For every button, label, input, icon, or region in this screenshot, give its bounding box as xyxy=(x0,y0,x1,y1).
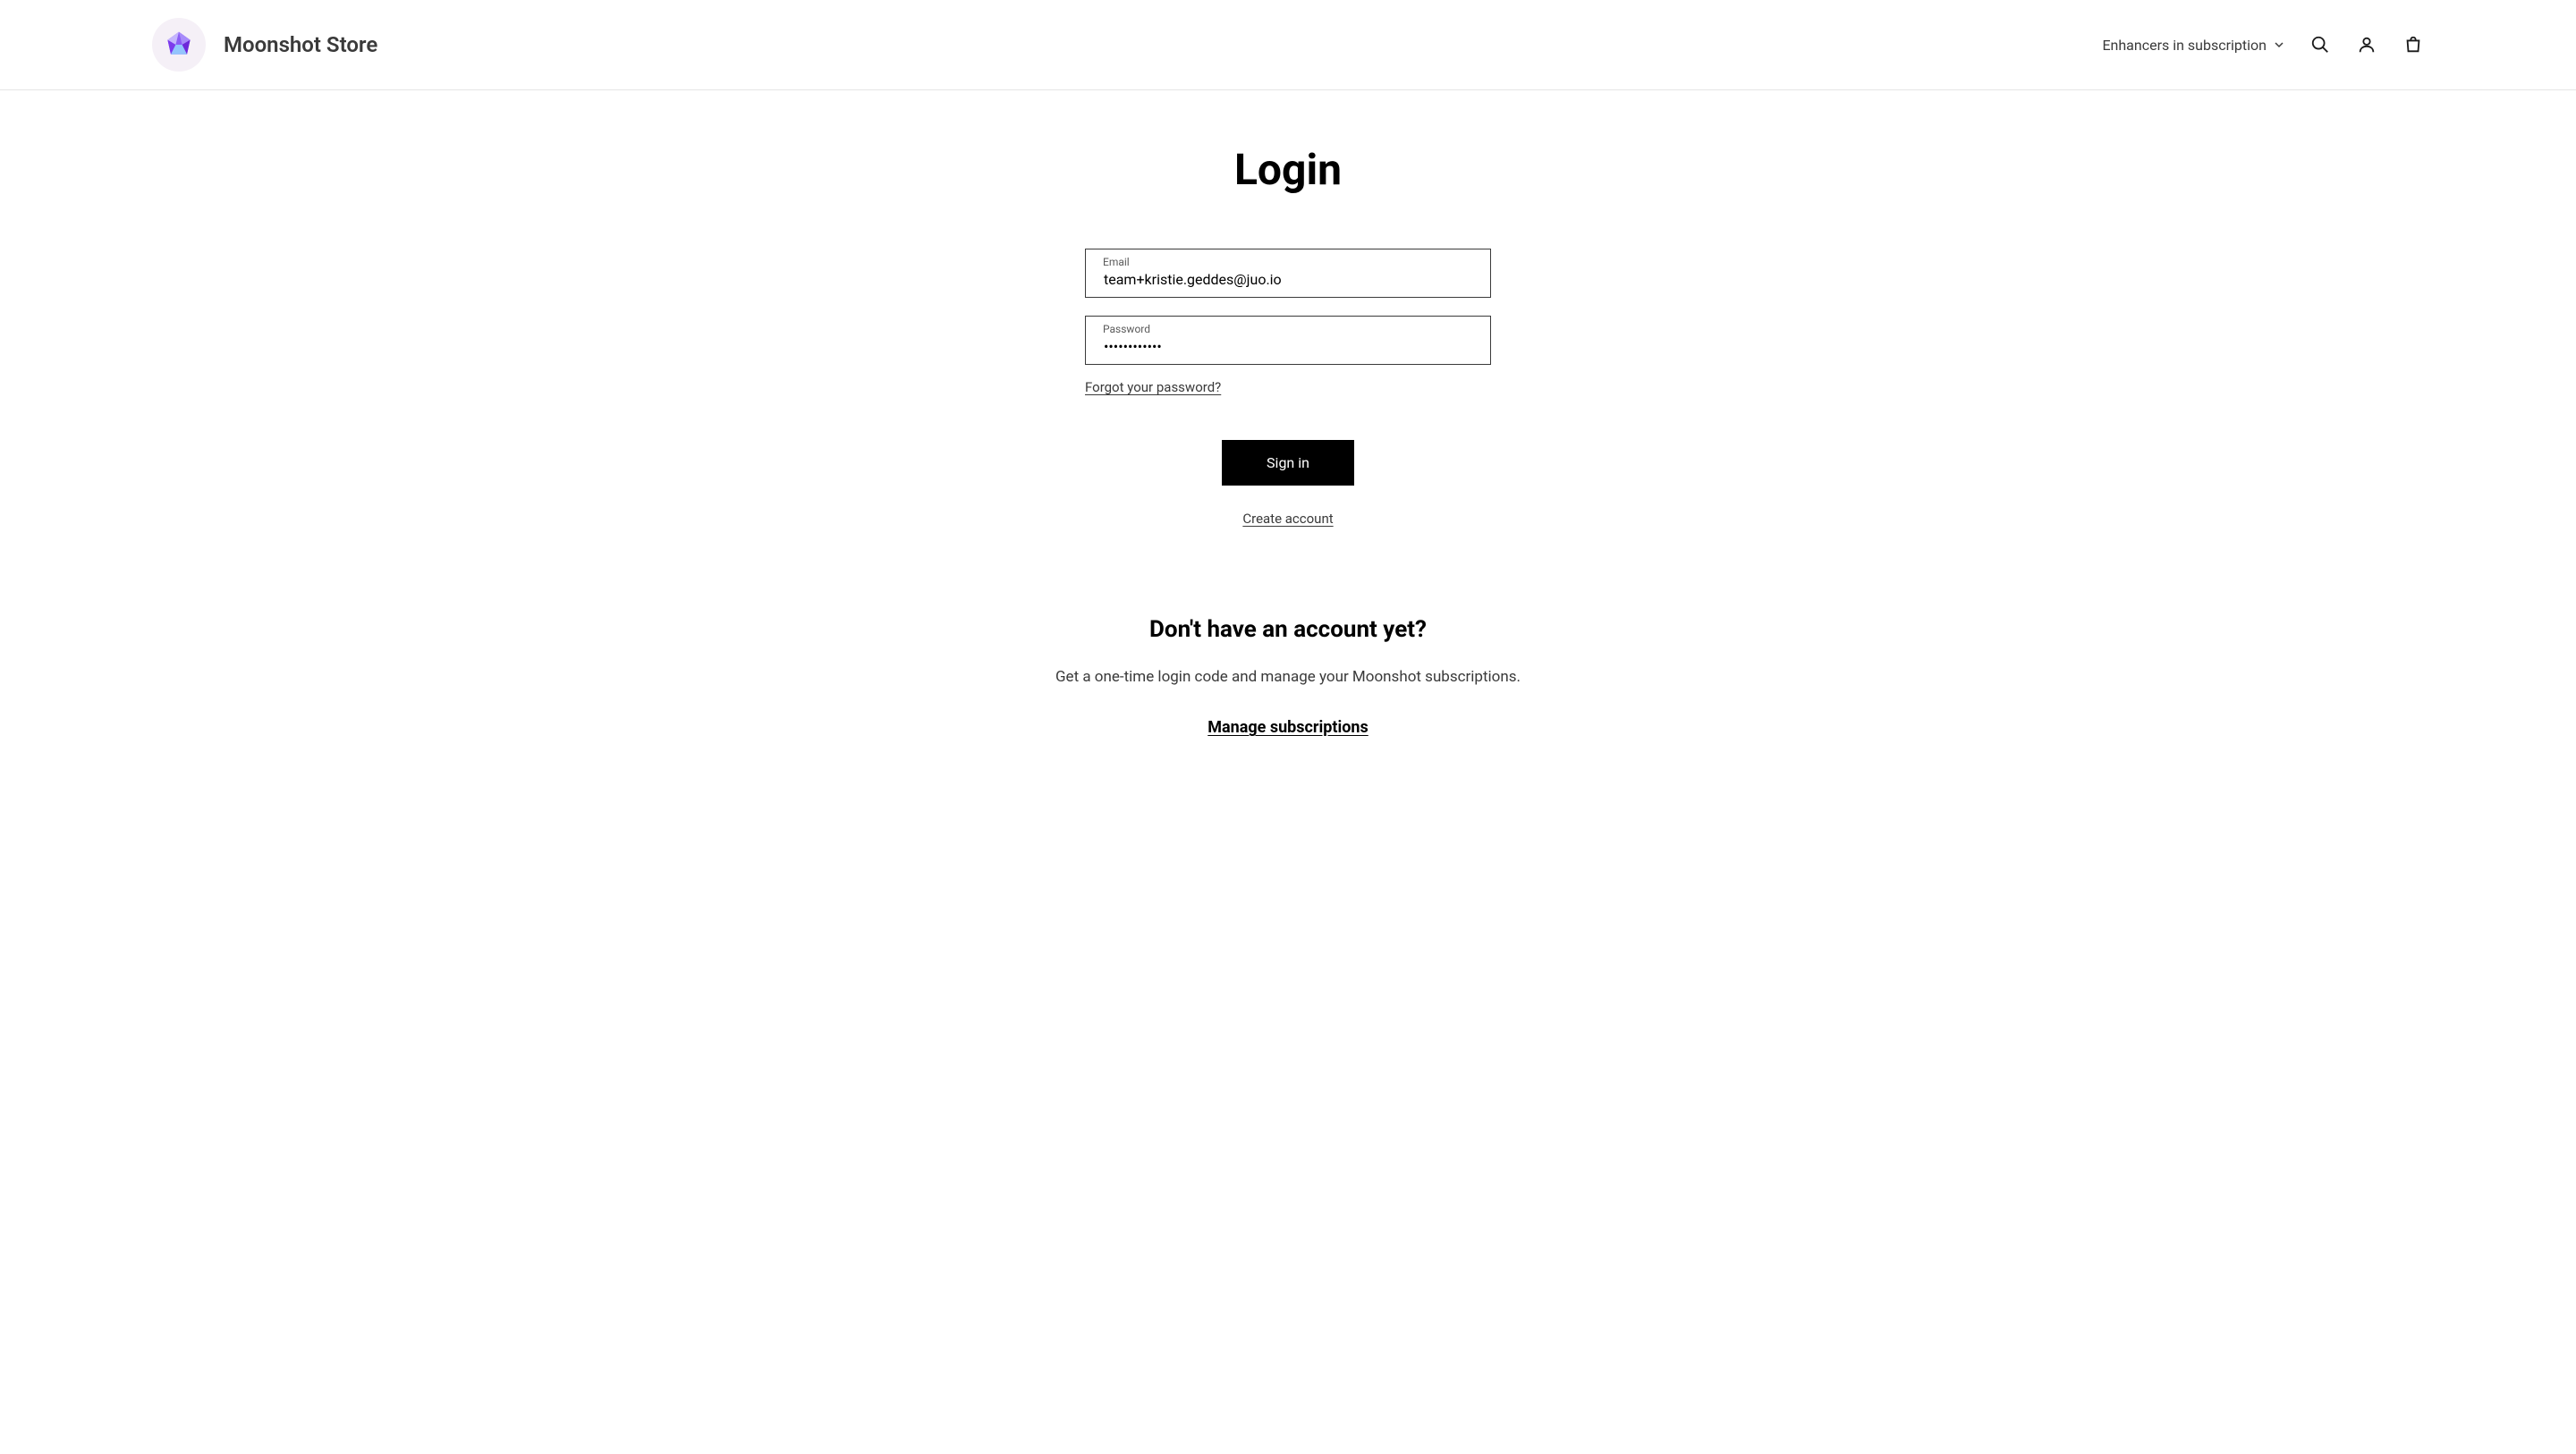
header-left: Moonshot Store xyxy=(152,18,377,72)
forgot-password-link[interactable]: Forgot your password? xyxy=(1085,379,1491,395)
search-icon xyxy=(2310,35,2330,55)
account-button[interactable] xyxy=(2356,34,2377,55)
site-header: Moonshot Store Enhancers in subscription xyxy=(0,0,2576,90)
main-content: Login Email Password Forgot your passwor… xyxy=(886,90,1690,790)
user-icon xyxy=(2357,35,2377,55)
login-form: Email Password Forgot your password? Sig… xyxy=(1085,249,1491,527)
password-field-wrapper: Password xyxy=(1085,316,1491,365)
store-logo[interactable] xyxy=(152,18,206,72)
email-label: Email xyxy=(1103,256,1130,268)
gem-icon xyxy=(163,29,195,61)
nav-enhancers-dropdown[interactable]: Enhancers in subscription xyxy=(2102,37,2284,54)
secondary-heading: Don't have an account yet? xyxy=(903,616,1673,643)
manage-subscriptions-link[interactable]: Manage subscriptions xyxy=(1208,718,1368,737)
store-name[interactable]: Moonshot Store xyxy=(224,32,377,57)
signin-button[interactable]: Sign in xyxy=(1222,440,1354,486)
cart-button[interactable] xyxy=(2402,34,2424,55)
secondary-text: Get a one-time login code and manage you… xyxy=(903,668,1673,686)
search-button[interactable] xyxy=(2309,34,2331,55)
page-title: Login xyxy=(903,144,1673,195)
header-right: Enhancers in subscription xyxy=(2102,34,2424,55)
password-label: Password xyxy=(1103,323,1150,335)
create-account-link[interactable]: Create account xyxy=(1085,511,1491,527)
nav-item-label: Enhancers in subscription xyxy=(2102,37,2267,54)
secondary-section: Don't have an account yet? Get a one-tim… xyxy=(903,616,1673,737)
cart-icon xyxy=(2403,35,2423,55)
email-field-wrapper: Email xyxy=(1085,249,1491,298)
chevron-down-icon xyxy=(2274,39,2284,50)
email-input[interactable] xyxy=(1085,249,1491,298)
